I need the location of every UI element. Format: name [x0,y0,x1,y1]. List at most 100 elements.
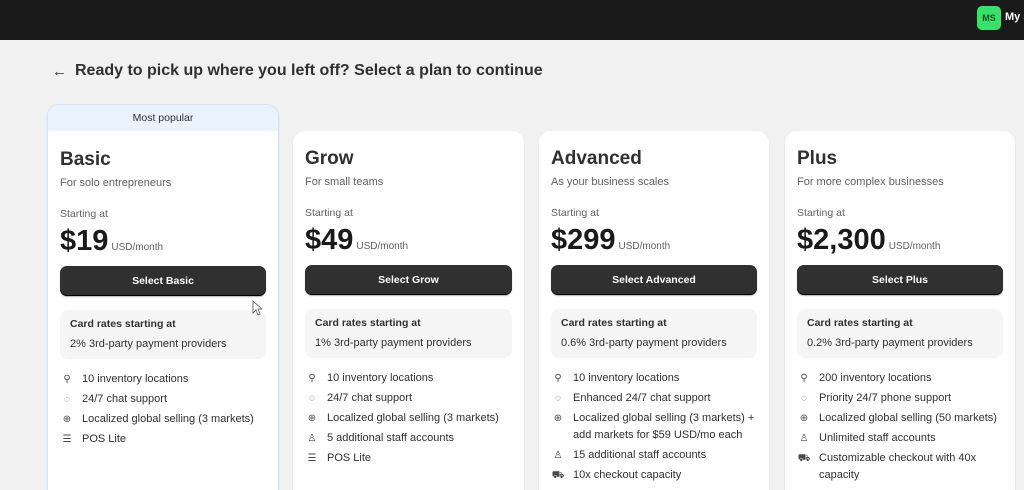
person-icon: ♙ [799,433,809,444]
card-rates-value: 0.6% 3rd-party payment providers [561,337,727,349]
feature-text: Localized global selling (3 markets) [82,413,254,425]
chat-icon: ◌ [309,393,315,404]
feature-text: 24/7 chat support [82,393,168,405]
price-unit: USD/month [356,241,409,252]
plan-name: Basic [60,149,111,170]
location-pin-icon: ⚲ [554,373,562,384]
card-rates-value: 0.2% 3rd-party payment providers [807,337,973,349]
globe-icon: ⊕ [307,413,317,424]
globe-icon: ⊕ [553,413,563,424]
feature-item: ⊕ Localized global selling (3 markets) [305,410,512,427]
location-pin-icon: ⚲ [800,373,808,384]
most-popular-banner: Most popular [48,105,278,131]
arrow-left-icon[interactable]: ← [52,64,67,79]
person-icon: ♙ [307,433,317,444]
select-plus-button[interactable]: Select Plus [797,265,1003,295]
chat-icon: ◌ [64,394,70,405]
plan-name: Plus [797,148,838,169]
feature-item: ⚲ 10 inventory locations [60,371,266,388]
card-rates-box: Card rates starting at 0.2% 3rd-party pa… [797,309,1003,358]
price-unit: USD/month [111,242,164,253]
globe-icon: ⊕ [62,414,72,425]
plan-description: For small teams [305,176,384,188]
feature-item: ◌ Priority 24/7 phone support [797,390,1003,407]
feature-text: Localized global selling (3 markets) + a… [573,412,755,441]
plan-description: For solo entrepreneurs [60,177,172,189]
cart-icon: ⛟ [797,453,811,464]
feature-item: ⚲ 10 inventory locations [551,370,757,387]
card-rates-title: Card rates starting at [315,317,421,329]
plan-card-grow: Grow For small teams Starting at $49 USD… [293,131,524,490]
starting-at-label: Starting at [60,208,108,220]
pos-icon: ☰ [62,434,72,445]
starting-at-label: Starting at [797,207,845,219]
feature-list: ⚲ 10 inventory locations ◌ Enhanced 24/7 c… [551,370,757,484]
starting-at-label: Starting at [305,207,353,219]
pos-icon: ☰ [307,453,317,464]
price-unit: USD/month [618,241,671,252]
price-row: $2,300 USD/month [797,223,1003,257]
card-rates-title: Card rates starting at [70,318,176,330]
store-name[interactable]: My Store [1005,11,1024,23]
plan-name: Grow [305,148,354,169]
page-title: Ready to pick up where you left off? Sel… [75,62,543,79]
feature-text: 15 additional staff accounts [573,449,707,461]
feature-list: ⚲ 10 inventory locations ◌ 24/7 chat suppo… [305,370,512,467]
feature-text: Enhanced 24/7 chat support [573,392,711,404]
feature-item: ◌ 24/7 chat support [60,391,266,408]
card-rates-box: Card rates starting at 2% 3rd-party paym… [60,310,266,359]
location-pin-icon: ⚲ [308,373,316,384]
feature-text: 10x checkout capacity [573,469,682,481]
plan-price: $299 [551,224,616,256]
chat-icon: ◌ [801,393,807,404]
chat-icon: ◌ [555,393,561,404]
feature-text: 24/7 chat support [327,392,413,404]
feature-item: ♙ 5 additional staff accounts [305,430,512,447]
feature-item: ♙ Unlimited staff accounts [797,430,1003,447]
feature-text: 5 additional staff accounts [327,432,454,444]
feature-item: ♙ 15 additional staff accounts [551,447,757,464]
plan-card-basic: Most popular Basic For solo entrepreneur… [47,104,279,490]
feature-item: ⊕ Localized global selling (50 markets) [797,410,1003,427]
card-rates-value: 2% 3rd-party payment providers [70,338,227,350]
feature-item: ⛟ Customizable checkout with 40x capacity [797,450,1003,484]
feature-text: 10 inventory locations [82,373,189,385]
mouse-cursor-icon [252,300,262,316]
plan-price: $49 [305,224,354,256]
plan-card-plus: Plus For more complex businesses Startin… [785,131,1015,490]
globe-icon: ⊕ [799,413,809,424]
store-avatar[interactable]: MS [977,6,1001,30]
feature-text: Unlimited staff accounts [819,432,936,444]
feature-text: POS Lite [82,433,127,445]
select-advanced-button[interactable]: Select Advanced [551,265,757,295]
card-rates-title: Card rates starting at [807,317,913,329]
feature-text: 200 inventory locations [819,372,932,384]
feature-item: ⊕ Localized global selling (3 markets) + … [551,410,757,444]
card-rates-box: Card rates starting at 1% 3rd-party paym… [305,309,512,358]
plan-card-advanced: Advanced As your business scales Startin… [539,131,769,490]
feature-item: ☰ POS Lite [305,450,512,467]
card-rates-title: Card rates starting at [561,317,667,329]
price-row: $49 USD/month [305,223,512,257]
select-basic-button[interactable]: Select Basic [60,266,266,296]
top-bar: MS My Store [0,0,1024,40]
feature-item: ⚲ 200 inventory locations [797,370,1003,387]
plan-description: For more complex businesses [797,176,944,188]
starting-at-label: Starting at [551,207,599,219]
feature-item: ◌ Enhanced 24/7 chat support [551,390,757,407]
feature-text: 10 inventory locations [327,372,434,384]
plan-name: Advanced [551,148,642,169]
select-grow-button[interactable]: Select Grow [305,265,512,295]
feature-item: ⚲ 10 inventory locations [305,370,512,387]
price-row: $19 USD/month [60,224,266,258]
feature-list: ⚲ 200 inventory locations ◌ Priority 24/7 … [797,370,1003,484]
feature-text: Localized global selling (3 markets) [327,412,499,424]
plan-description: As your business scales [551,176,669,188]
cart-icon: ⛟ [551,470,565,481]
price-unit: USD/month [888,241,941,252]
feature-text: 10 inventory locations [573,372,680,384]
feature-item: ☰ POS Lite [60,431,266,448]
price-row: $299 USD/month [551,223,757,257]
location-pin-icon: ⚲ [63,374,71,385]
feature-text: Localized global selling (50 markets) [819,412,997,424]
